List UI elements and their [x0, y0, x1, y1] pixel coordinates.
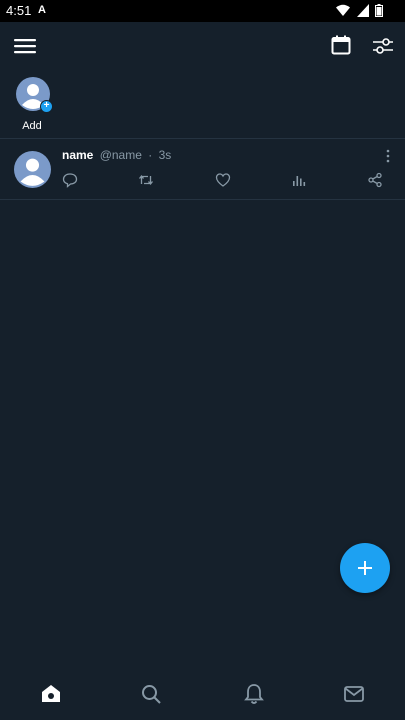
- share-icon[interactable]: [367, 172, 383, 188]
- more-options-icon[interactable]: [385, 149, 391, 163]
- reply-icon[interactable]: [62, 172, 78, 188]
- search-icon[interactable]: [139, 682, 163, 706]
- status-time: 4:51: [6, 3, 32, 18]
- like-icon[interactable]: [215, 172, 231, 188]
- retweet-icon[interactable]: [138, 172, 154, 188]
- plus-icon: [358, 561, 372, 575]
- analytics-icon[interactable]: [291, 172, 307, 188]
- plus-icon: +: [40, 100, 53, 113]
- calendar-icon[interactable]: [330, 34, 356, 60]
- hamburger-menu-icon[interactable]: [13, 34, 39, 60]
- status-bar: 4:51 A: [0, 0, 405, 22]
- tweet-author-handle: @name: [99, 148, 142, 162]
- add-fleet-button[interactable]: +: [16, 77, 53, 113]
- tweet-timestamp: 3s: [158, 148, 172, 162]
- fleet-add-label: Add: [22, 120, 42, 132]
- notifications-icon[interactable]: [242, 682, 266, 706]
- tweet-avatar[interactable]: [14, 151, 51, 188]
- settings-sliders-icon[interactable]: [371, 34, 397, 60]
- tweet-author-name: name: [62, 148, 94, 162]
- battery-icon: [375, 4, 383, 17]
- messages-icon[interactable]: [342, 682, 366, 706]
- app-indicator-icon: A: [38, 4, 46, 16]
- wifi-icon: [336, 4, 351, 16]
- divider: [0, 199, 405, 200]
- tweet-header: name @name · 3s: [62, 148, 171, 162]
- bottom-navigation: [0, 670, 405, 720]
- home-icon[interactable]: [39, 682, 63, 706]
- tweet-separator: ·: [148, 148, 153, 162]
- fleets-row: + Add: [0, 72, 405, 138]
- status-icons: [334, 4, 383, 18]
- compose-tweet-button[interactable]: [340, 543, 390, 593]
- tweet-item[interactable]: name @name · 3s: [0, 139, 405, 199]
- cellular-signal-icon: [356, 4, 369, 17]
- top-app-bar: [0, 22, 405, 72]
